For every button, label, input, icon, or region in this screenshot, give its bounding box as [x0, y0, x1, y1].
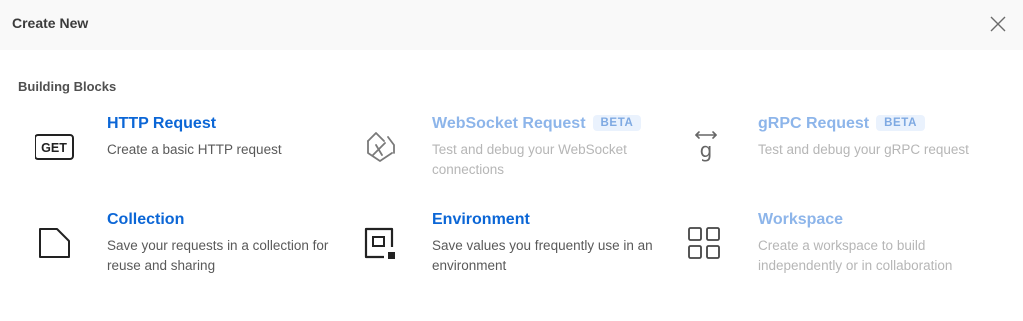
block-description: Save values you frequently use in an env…: [432, 238, 653, 273]
grpc-letter: g: [700, 138, 713, 162]
block-title: HTTP Request: [107, 115, 217, 132]
block-title: Collection: [107, 211, 185, 228]
block-title-text: WebSocket Request: [432, 115, 586, 132]
block-description: Create a basic HTTP request: [107, 142, 282, 157]
http-request-block[interactable]: GET HTTP Request Create a basic HTTP req…: [35, 115, 335, 191]
section-title: Building Blocks: [18, 79, 117, 94]
block-description: Create a workspace to build independentl…: [758, 238, 953, 273]
grpc-request-block[interactable]: g gRPC Request BETA Test and debug your g…: [686, 115, 986, 191]
environment-icon: [364, 227, 395, 259]
block-title-text: gRPC Request: [758, 115, 870, 132]
modal-header: Create New: [0, 0, 1023, 50]
collection-block[interactable]: Collection Save your requests in a colle…: [35, 211, 335, 287]
block-title: gRPC Request BETA: [758, 115, 925, 133]
environment-block[interactable]: Environment Save values you frequently u…: [360, 211, 660, 287]
block-title: WebSocket Request BETA: [432, 115, 642, 133]
block-description: Save your requests in a collection for r…: [107, 238, 329, 273]
get-request-icon: GET: [35, 134, 74, 160]
block-description: Test and debug your gRPC request: [758, 142, 969, 157]
block-title: Workspace: [758, 211, 844, 228]
workspace-block[interactable]: Workspace Create a workspace to build in…: [686, 211, 986, 287]
grpc-icon: g: [695, 131, 717, 162]
block-title: Environment: [432, 211, 530, 228]
block-description: Test and debug your WebSocket connection…: [432, 142, 627, 177]
close-button[interactable]: [988, 14, 1008, 34]
close-icon: [990, 16, 1006, 32]
modal-title: Create New: [12, 15, 89, 31]
collection-icon: [39, 228, 70, 258]
beta-badge: BETA: [592, 115, 642, 131]
websocket-icon: [367, 132, 395, 162]
get-label: GET: [41, 141, 67, 155]
beta-badge: BETA: [876, 115, 925, 131]
workspace-icon: [688, 227, 720, 259]
websocket-request-block[interactable]: WebSocket Request BETA Test and debug you…: [360, 115, 660, 191]
